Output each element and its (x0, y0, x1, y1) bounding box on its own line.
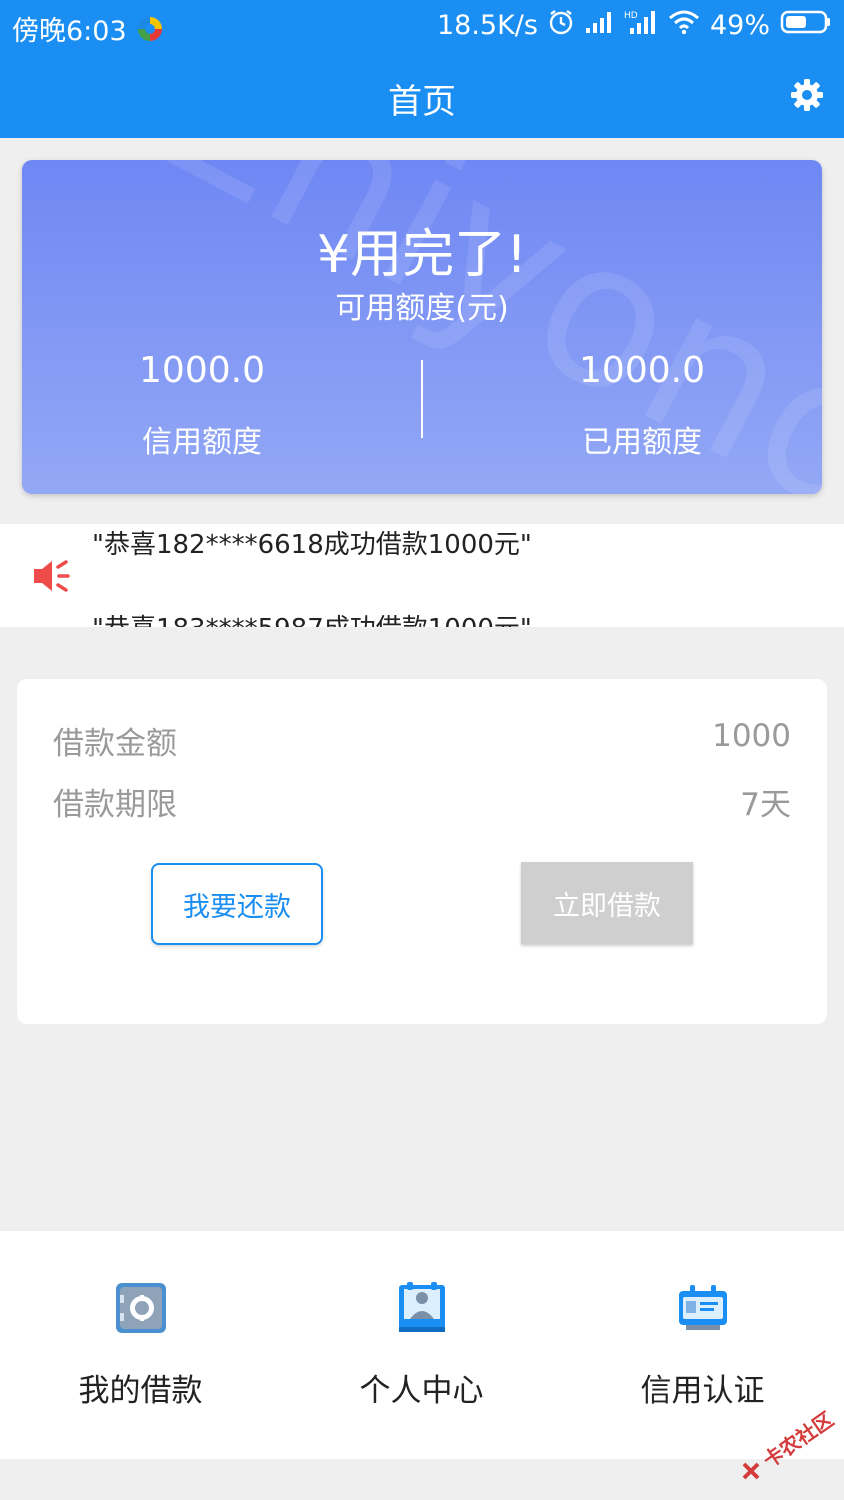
svg-text:卡农社区: 卡农社区 (759, 1407, 838, 1473)
loan-panel: 借款金额 1000 借款期限 7天 我要还款 立即借款 (17, 679, 827, 1024)
hd-signal-icon: HD (624, 9, 658, 42)
safe-box-icon (114, 1281, 168, 1335)
used-limit-label: 已用额度 (582, 425, 702, 460)
loan-term-value: 7天 (740, 787, 791, 823)
nav-label: 个人中心 (359, 1373, 484, 1409)
gear-icon[interactable] (790, 78, 824, 112)
corner-watermark: 卡农社区 (742, 1407, 838, 1480)
available-amount: ¥用完了! (317, 225, 527, 285)
credit-limit-value: 1000.0 (139, 350, 265, 391)
nav-item-my-loans[interactable]: 我的借款 (0, 1231, 281, 1459)
borrow-now-button[interactable]: 立即借款 (521, 862, 693, 944)
notice-message: "恭喜182****6618成功借款1000元" (92, 530, 532, 560)
used-limit: 1000.0 已用额度 (462, 350, 822, 461)
wifi-icon (668, 9, 700, 42)
app-logo-icon (137, 16, 163, 42)
notice-ticker: "恭喜182****6618成功借款1000元" "恭喜183****5987成… (0, 524, 844, 627)
credit-limit: 1000.0 信用额度 (22, 350, 382, 461)
used-limit-value: 1000.0 (579, 350, 705, 391)
battery-icon (780, 9, 832, 42)
credit-limit-label: 信用额度 (142, 425, 262, 460)
svg-text:HD: HD (624, 11, 638, 21)
available-amount-label: 可用额度(元) (335, 291, 509, 326)
loan-amount-label: 借款金额 (53, 726, 177, 762)
network-speed: 18.5K/s (436, 10, 538, 41)
notice-message: "恭喜183****5987成功借款1000元" (92, 608, 532, 627)
speaker-icon (32, 558, 76, 594)
id-card-icon (676, 1281, 730, 1335)
alarm-icon (548, 9, 574, 42)
nav-label: 我的借款 (78, 1373, 203, 1409)
status-bar: 傍晚6:03 18.5K/s HD 49% (0, 0, 844, 56)
card-divider (421, 360, 423, 438)
nav-item-personal-center[interactable]: 个人中心 (281, 1231, 562, 1459)
loan-amount-value: 1000 (712, 718, 791, 754)
battery-percent: 49% (709, 10, 770, 41)
status-time: 傍晚6:03 (12, 16, 127, 47)
page-title: 首页 (388, 82, 456, 122)
bottom-nav: 我的借款 个人中心 信用认证 (0, 1231, 844, 1459)
signal-icon (584, 10, 614, 41)
repay-button[interactable]: 我要还款 (151, 863, 323, 945)
loan-term-label: 借款期限 (53, 787, 177, 823)
credit-card: Zhiyong ¥用完了! 可用额度(元) 1000.0 信用额度 1000.0… (22, 160, 822, 494)
person-center-icon (395, 1281, 449, 1335)
app-bar: 首页 (0, 56, 844, 138)
